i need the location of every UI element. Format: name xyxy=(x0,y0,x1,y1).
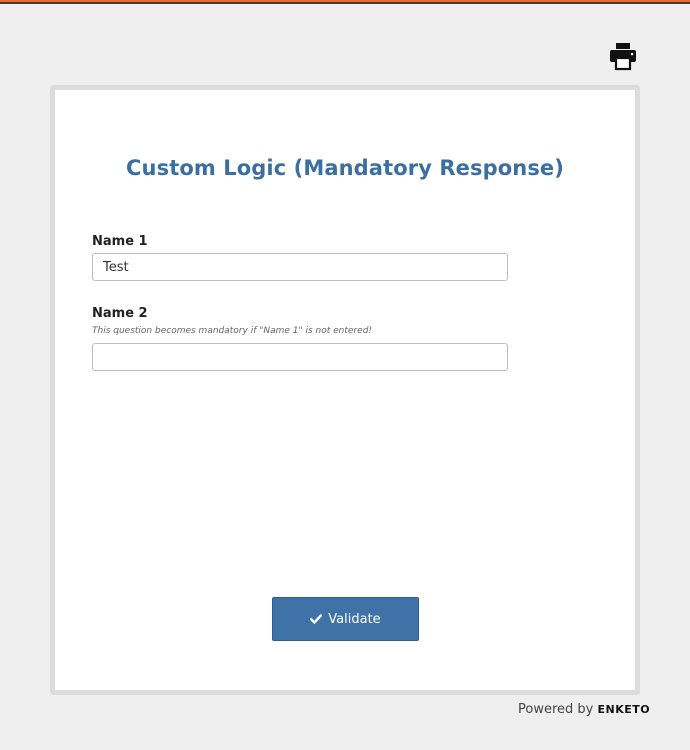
enketo-logo: ENKETO xyxy=(597,703,651,716)
name-1-input[interactable] xyxy=(92,253,508,281)
validate-label: Validate xyxy=(328,611,381,627)
validate-button[interactable]: Validate xyxy=(272,597,419,641)
top-accent-bar xyxy=(0,0,690,4)
name-2-input[interactable] xyxy=(92,343,508,371)
name-2-hint: This question becomes mandatory if "Name… xyxy=(92,326,373,336)
form-title: Custom Logic (Mandatory Response) xyxy=(126,156,564,180)
form-card: Custom Logic (Mandatory Response) Name 1… xyxy=(50,85,640,695)
check-icon xyxy=(310,613,323,625)
powered-by: Powered by ENKETO xyxy=(518,702,650,717)
print-button[interactable] xyxy=(608,41,638,71)
name-2-label: Name 2 xyxy=(92,306,148,321)
powered-by-text: Powered by xyxy=(518,702,594,717)
name-1-label: Name 1 xyxy=(92,234,148,249)
printer-icon xyxy=(610,43,636,71)
